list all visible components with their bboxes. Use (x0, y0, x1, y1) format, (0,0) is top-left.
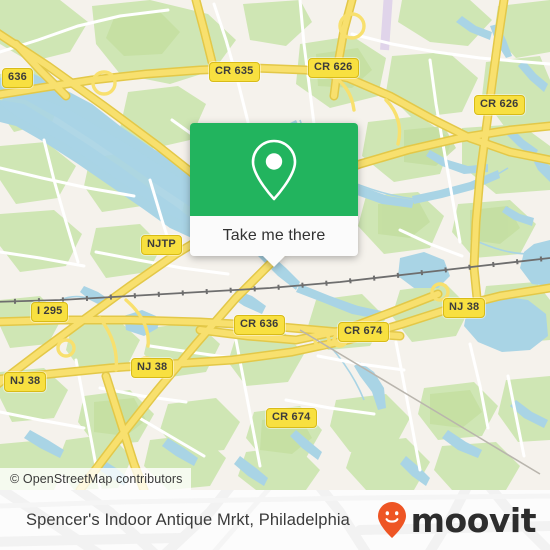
location-popup[interactable]: Take me there (190, 123, 358, 267)
road-shield: NJ 38 (131, 358, 174, 378)
moovit-logo[interactable]: moovit (377, 500, 537, 540)
road-shield: CR 635 (209, 62, 260, 82)
moovit-wordmark: moovit (410, 500, 537, 540)
map-pin-icon (251, 139, 297, 200)
popup-pointer (263, 256, 285, 267)
osm-attribution[interactable]: © OpenStreetMap contributors (0, 468, 191, 490)
road-shield: CR 674 (266, 408, 317, 428)
moovit-map-screen: 636 CR 635 CR 626 CR 626 NJTP I 295 NJ 3… (0, 0, 550, 550)
road-shield: I 295 (31, 302, 69, 322)
osm-attribution-text: © OpenStreetMap contributors (10, 472, 183, 486)
place-title: Spencer's Indoor Antique Mrkt, Philadelp… (26, 510, 350, 529)
popup-action[interactable]: Take me there (190, 216, 358, 267)
road-shield: CR 626 (308, 58, 359, 78)
road-shield: CR 674 (338, 322, 389, 342)
road-shield: CR 636 (234, 315, 285, 335)
map-canvas[interactable]: 636 CR 635 CR 626 CR 626 NJTP I 295 NJ 3… (0, 0, 550, 490)
road-shield: NJ 38 (443, 298, 486, 318)
moovit-smiley-pin-icon (377, 502, 406, 538)
take-me-there-label: Take me there (222, 227, 326, 244)
popup-header (190, 123, 358, 216)
road-shield: CR 626 (474, 95, 525, 115)
road-shield: NJTP (141, 235, 182, 255)
road-shield: 636 (2, 68, 33, 88)
road-shield: NJ 38 (4, 372, 47, 392)
footer-bar: Spencer's Indoor Antique Mrkt, Philadelp… (0, 490, 550, 550)
